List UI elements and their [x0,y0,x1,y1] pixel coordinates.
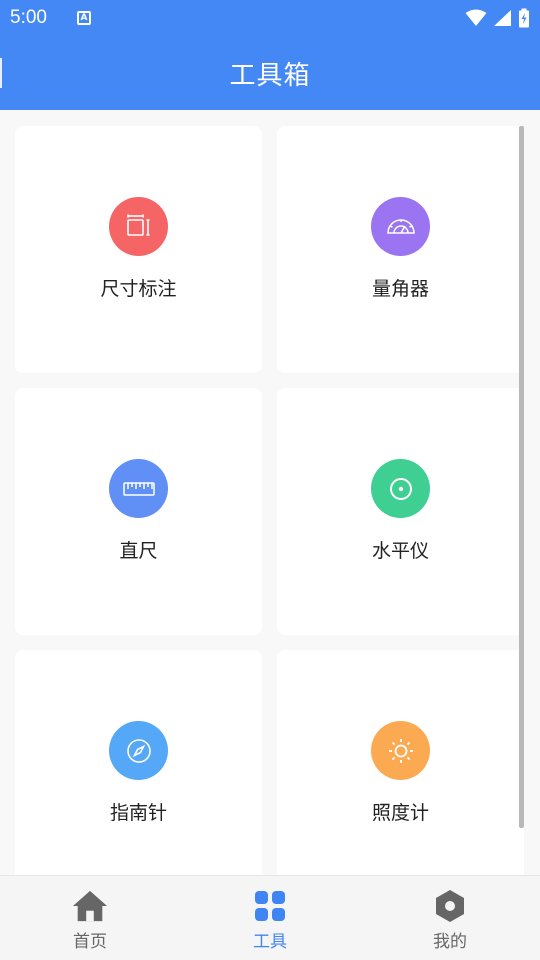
protractor-icon [371,197,430,256]
nav-label: 工具 [253,932,287,952]
nav-item-tools[interactable]: 工具 [180,876,360,960]
tool-card-dimension[interactable]: 尺寸标注 [15,126,262,373]
tool-card-label: 指南针 [109,802,167,824]
drawer-edge-indicator [0,58,2,88]
page-title: 工具箱 [229,60,311,91]
status-time: 5:00 [10,7,47,28]
bottom-nav: 首页 工具 我的 [0,875,540,960]
dimension-icon [109,197,168,256]
notification-a-icon: A [76,11,91,25]
app-bar: 工具箱 [0,36,540,110]
wifi-icon [465,9,487,26]
ruler-icon [109,459,168,518]
tool-card-label: 水平仪 [371,540,429,562]
tool-card-ruler[interactable]: 直尺 [15,388,262,635]
tool-card-label: 尺寸标注 [100,278,177,300]
tool-card-label: 直尺 [119,540,158,562]
battery-charging-icon [519,8,529,28]
compass-icon [109,721,168,780]
tool-card-label: 照度计 [371,802,429,824]
home-icon [72,889,108,923]
tool-card-compass[interactable]: 指南针 [15,650,262,875]
nav-item-mine[interactable]: 我的 [360,876,540,960]
light-meter-icon [371,721,430,780]
tool-card-label: 量角器 [371,278,429,300]
grid-icon [252,889,288,923]
hexagon-icon [432,889,468,923]
tool-card-level[interactable]: 水平仪 [277,388,524,635]
status-indicators [465,8,530,28]
status-bar: 5:00 A [0,0,540,36]
nav-label: 首页 [73,932,107,952]
tool-grid: 尺寸标注 量角器 直尺 水平仪 指南针 照度计 [0,110,540,875]
tool-card-light-meter[interactable]: 照度计 [277,650,524,875]
cellular-signal-icon [494,10,511,26]
nav-label: 我的 [433,932,467,952]
tool-card-protractor[interactable]: 量角器 [277,126,524,373]
nav-item-home[interactable]: 首页 [0,876,180,960]
level-icon [371,459,430,518]
scrollbar[interactable] [519,126,524,828]
